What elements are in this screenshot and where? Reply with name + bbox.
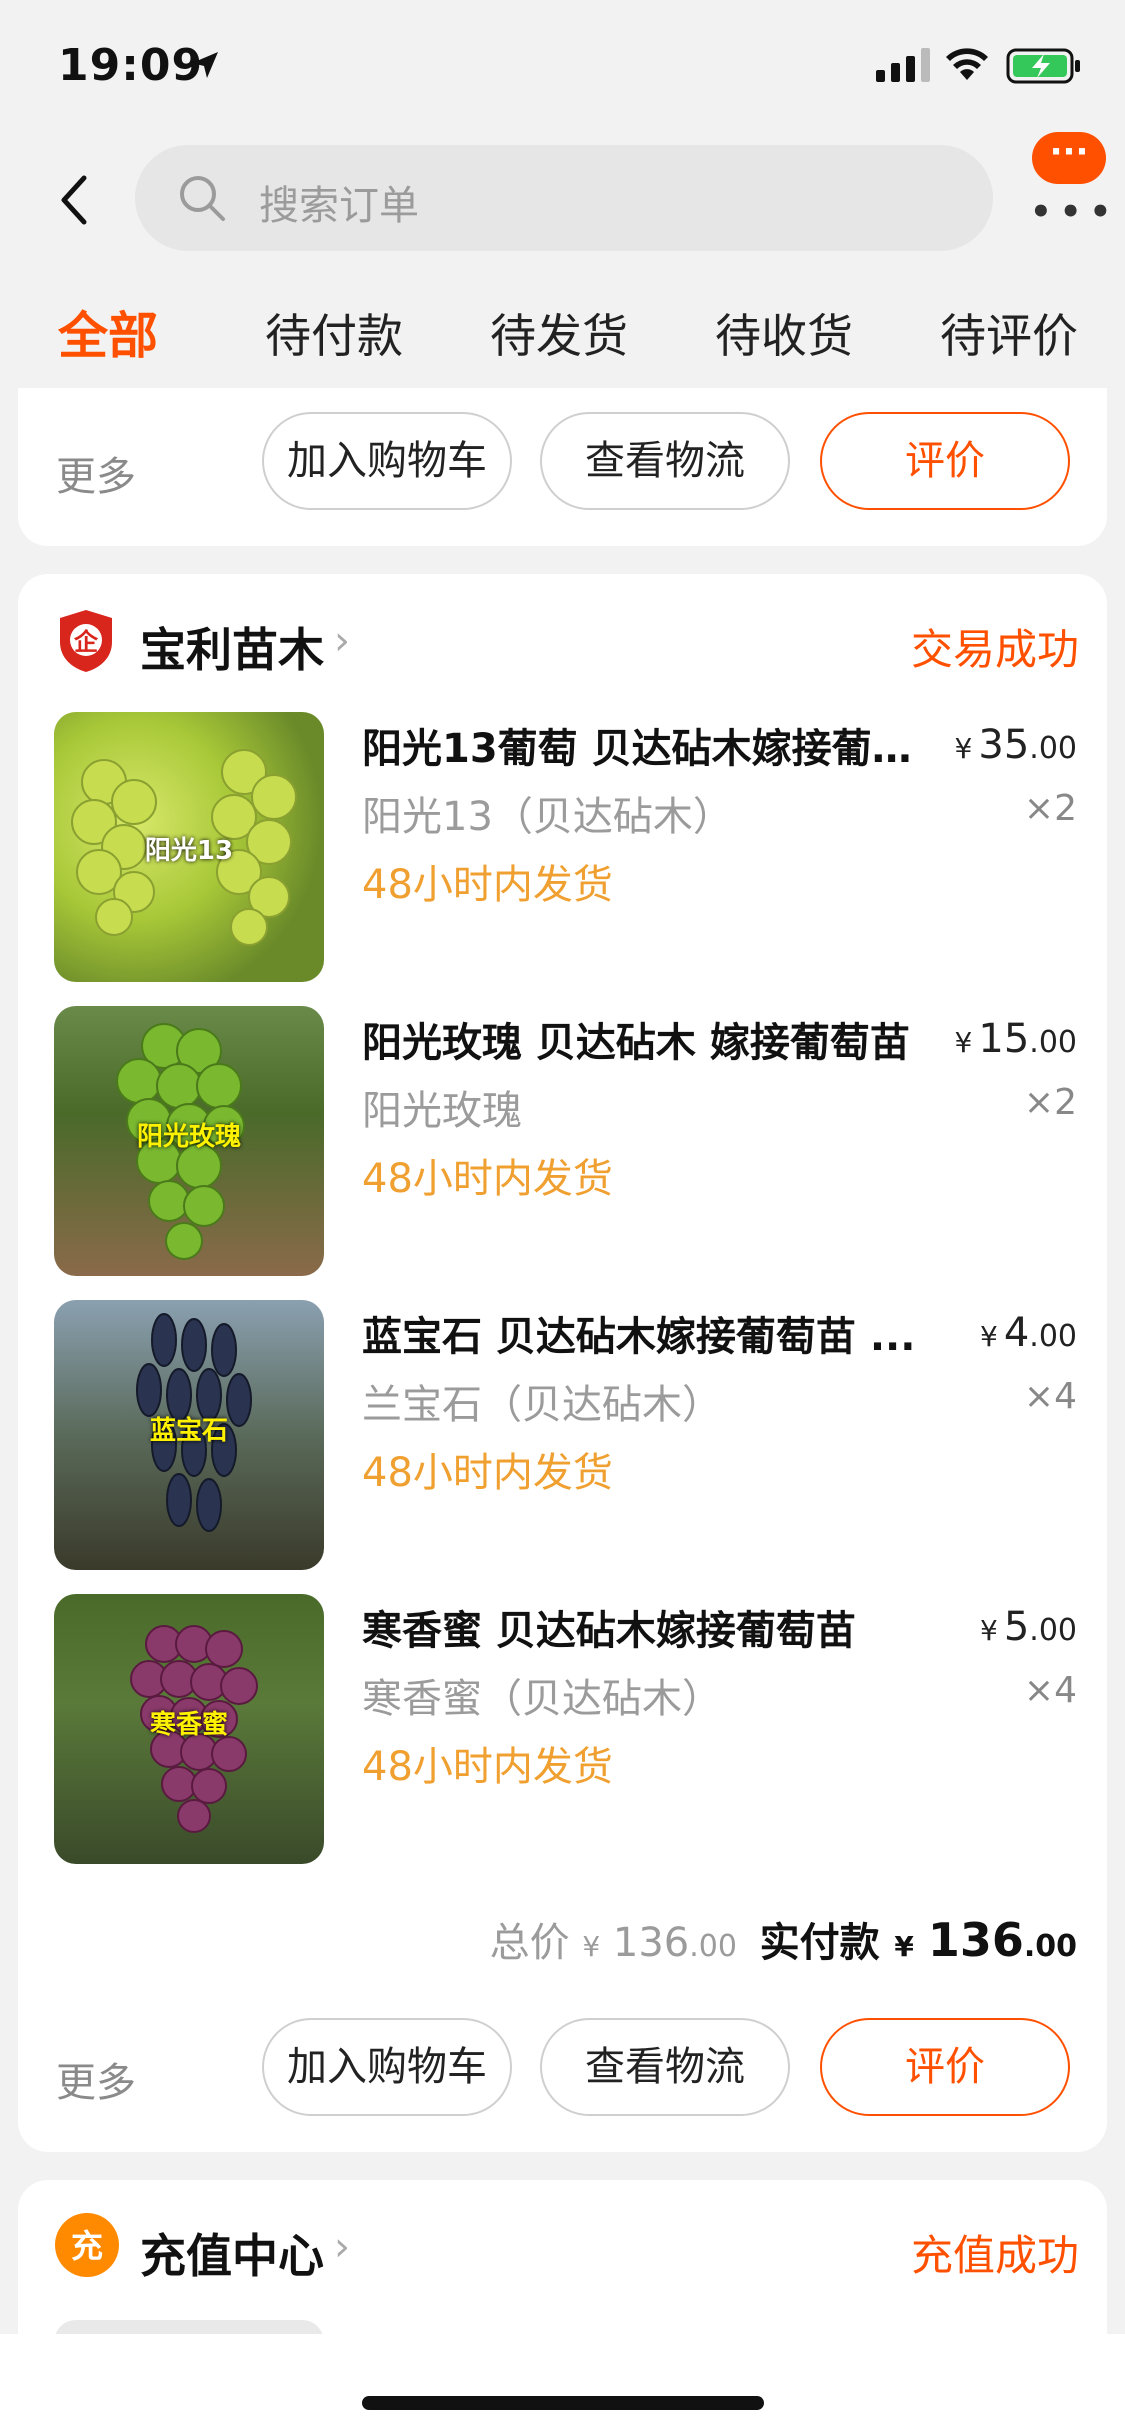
order-actions: 更多 加入购物车 查看物流 评价 — [18, 412, 1107, 522]
shop-badge-icon: 企 — [60, 610, 112, 672]
product-price: ¥15.00 — [954, 1016, 1077, 1062]
order-item[interactable]: 阳光玫瑰 阳光玫瑰 贝达砧木 嫁接葡萄苗 ¥15.00 阳光玫瑰 ×2 48小时… — [18, 1006, 1107, 1276]
add-to-cart-button[interactable]: 加入购物车 — [262, 412, 512, 510]
shipping-promise: 48小时内发货 — [362, 1744, 613, 1790]
chevron-right-icon: › — [334, 618, 350, 664]
tab-pending-receipt[interactable]: 待收货 — [715, 300, 853, 366]
product-name[interactable]: 寒香蜜 贝达砧木嫁接葡萄苗 — [362, 1598, 922, 1656]
tab-pending-review[interactable]: 待评价 — [940, 300, 1078, 366]
product-name[interactable]: 蓝宝石 贝达砧木嫁接葡萄苗 ... — [362, 1304, 922, 1362]
more-link[interactable]: 更多 — [56, 2050, 136, 2108]
product-image[interactable]: 阳光13 — [54, 712, 324, 982]
product-image[interactable]: 寒香蜜 — [54, 1594, 324, 1864]
order-item[interactable]: 阳光13 阳光13葡萄 贝达砧木嫁接葡萄苗 ¥35.00 阳光13（贝达砧木） … — [18, 712, 1107, 982]
order-card: 企 宝利苗木 › 交易成功 阳光13 阳光13葡萄 贝达砧木嫁接葡萄苗 ¥35.… — [18, 574, 1107, 2152]
thumb-label: 蓝宝石 — [149, 1416, 228, 1446]
status-bar: 19:09 — [0, 0, 1125, 132]
thumb-label: 寒香蜜 — [149, 1710, 228, 1740]
review-button[interactable]: 评价 — [820, 412, 1070, 510]
tab-pending-payment[interactable]: 待付款 — [265, 300, 403, 366]
product-spec: 阳光玫瑰 — [362, 1088, 522, 1134]
cellular-signal-icon — [876, 48, 930, 82]
recharge-center-icon: 充 — [55, 2213, 119, 2277]
thumb-label: 阳光玫瑰 — [136, 1122, 241, 1152]
product-spec: 阳光13（贝达砧木） — [362, 794, 733, 840]
search-placeholder: 搜索订单 — [259, 183, 419, 229]
product-spec: 兰宝石（贝达砧木） — [362, 1382, 722, 1428]
product-price: ¥35.00 — [954, 722, 1077, 768]
chevron-right-icon: › — [334, 2224, 350, 2270]
product-quantity: ×2 — [1023, 788, 1077, 829]
recharge-logo-char: 充 — [71, 2227, 103, 2265]
order-status: 充值成功 — [910, 2231, 1079, 2280]
back-chevron-icon[interactable] — [52, 170, 96, 230]
home-indicator-area — [0, 2334, 1125, 2436]
search-bar[interactable]: 搜索订单 — [135, 145, 993, 251]
order-item[interactable]: 寒香蜜 寒香蜜 贝达砧木嫁接葡萄苗 ¥5.00 寒香蜜（贝达砧木） ×4 48小… — [18, 1594, 1107, 1864]
product-spec: 寒香蜜（贝达砧木） — [362, 1676, 722, 1722]
shipping-promise: 48小时内发货 — [362, 862, 613, 908]
view-logistics-button[interactable]: 查看物流 — [540, 2018, 790, 2116]
order-card-previous: 更多 加入购物车 查看物流 评价 — [18, 388, 1107, 546]
paid-label: 实付款 — [759, 1920, 880, 1966]
view-logistics-button[interactable]: 查看物流 — [540, 412, 790, 510]
total-label: 总价 — [489, 1920, 570, 1966]
battery-charging-icon — [1006, 48, 1080, 84]
location-arrow-icon — [192, 52, 218, 78]
product-price: ¥5.00 — [980, 1604, 1077, 1650]
shop-header[interactable]: 企 宝利苗木 › 交易成功 — [18, 602, 1107, 682]
order-total: 总价 ¥ 136.00 实付款 ¥ 136.00 — [490, 1910, 1077, 1970]
message-bubble-icon: ··· — [1032, 132, 1106, 184]
status-time: 19:09 — [58, 40, 204, 91]
product-quantity: ×4 — [1023, 1670, 1077, 1711]
shop-name[interactable]: 宝利苗木 — [140, 614, 324, 680]
more-dots-icon: ••• — [1030, 192, 1120, 232]
order-tabs: 全部 待付款 待发货 待收货 待评价 — [0, 296, 1125, 374]
order-status: 交易成功 — [910, 625, 1079, 674]
product-quantity: ×2 — [1023, 1082, 1077, 1123]
product-price: ¥4.00 — [980, 1310, 1077, 1356]
more-menu-button[interactable]: ··· ••• — [1024, 132, 1111, 232]
tab-all[interactable]: 全部 — [58, 296, 158, 368]
thumb-label: 阳光13 — [144, 836, 234, 866]
home-indicator[interactable] — [362, 2396, 764, 2410]
shop-name[interactable]: 充值中心 — [140, 2220, 324, 2286]
shipping-promise: 48小时内发货 — [362, 1156, 613, 1202]
shop-header[interactable]: 充 充值中心 › 充值成功 — [18, 2208, 1107, 2288]
total-amount: ¥ 136.00 — [582, 1920, 737, 1966]
wifi-icon — [946, 48, 988, 80]
shipping-promise: 48小时内发货 — [362, 1450, 613, 1496]
add-to-cart-button[interactable]: 加入购物车 — [262, 2018, 512, 2116]
order-item[interactable]: 蓝宝石 蓝宝石 贝达砧木嫁接葡萄苗 ... ¥4.00 兰宝石（贝达砧木） ×4… — [18, 1300, 1107, 1570]
product-image[interactable]: 阳光玫瑰 — [54, 1006, 324, 1276]
product-image[interactable]: 蓝宝石 — [54, 1300, 324, 1570]
tab-pending-shipment[interactable]: 待发货 — [490, 300, 628, 366]
paid-amount: ¥ 136.00 — [894, 1913, 1077, 1967]
review-button[interactable]: 评价 — [820, 2018, 1070, 2116]
product-name[interactable]: 阳光玫瑰 贝达砧木 嫁接葡萄苗 — [362, 1010, 922, 1068]
product-quantity: ×4 — [1023, 1376, 1077, 1417]
order-actions: 更多 加入购物车 查看物流 评价 — [18, 2018, 1107, 2128]
product-name[interactable]: 阳光13葡萄 贝达砧木嫁接葡萄苗 — [362, 716, 922, 774]
svg-text:企: 企 — [74, 628, 99, 656]
search-icon — [180, 176, 225, 221]
more-link[interactable]: 更多 — [56, 444, 136, 502]
